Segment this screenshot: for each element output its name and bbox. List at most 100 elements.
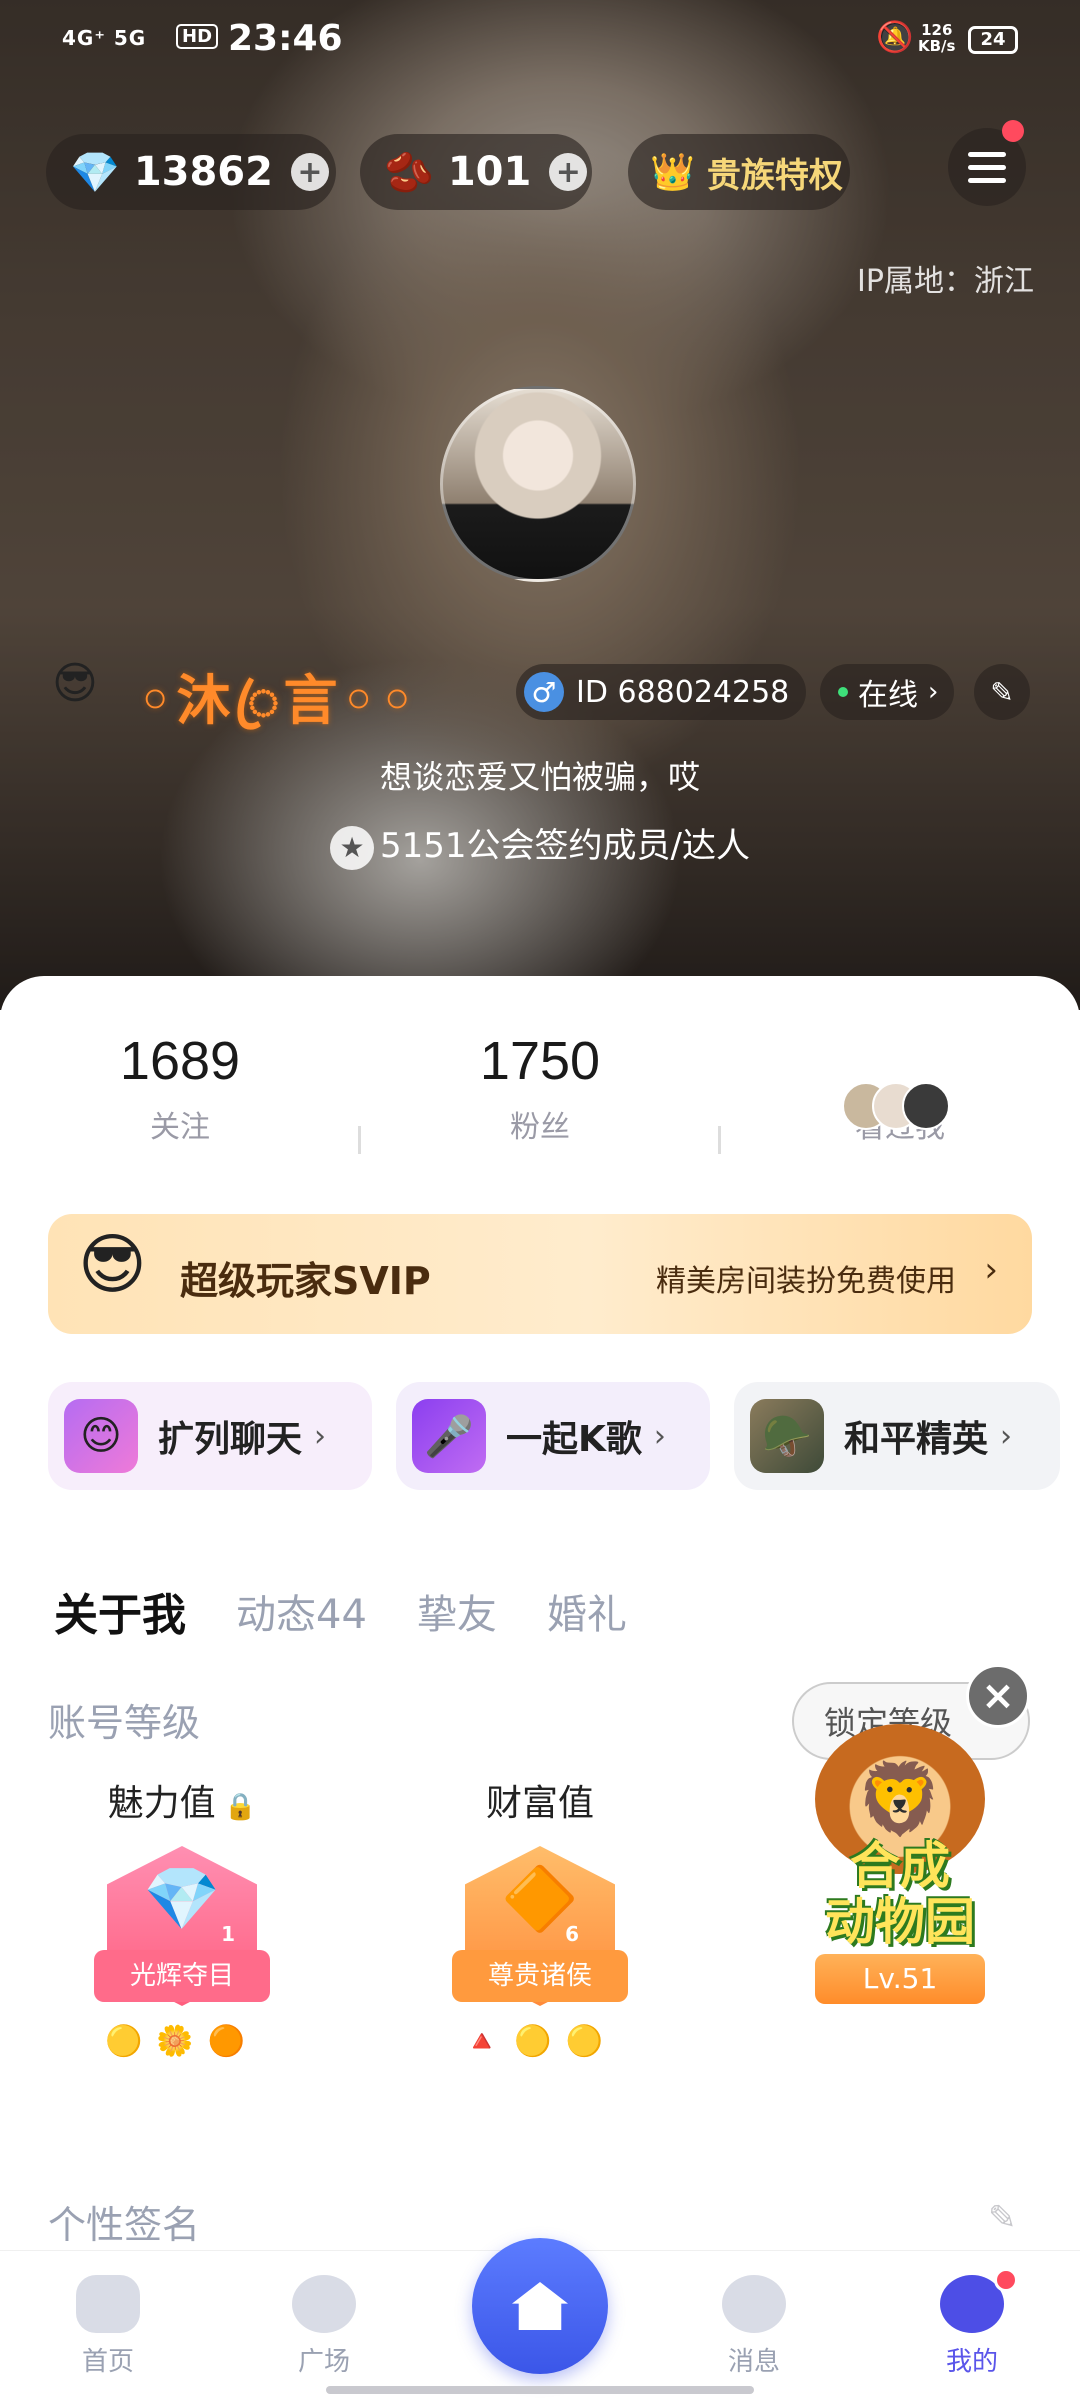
bean-balance[interactable]: 🫘 101 + [360, 134, 592, 210]
signature-title: 个性签名 [48, 2203, 201, 2247]
house-icon [512, 2282, 568, 2330]
nav-notification-dot [994, 2268, 1018, 2292]
avatar[interactable] [440, 386, 636, 582]
menu-icon-line [968, 177, 1006, 183]
net-speed: 126 KB/s [918, 21, 956, 55]
game-icon: 🪖 [750, 1399, 824, 1473]
tab-wedding[interactable]: 婚礼 [547, 1582, 627, 1640]
profile-card: 1689 关注 1750 粉丝 看过我 😎 超级玩家SVIP 精美房间装扮免费使… [0, 976, 1080, 2400]
nav-messages-label: 消息 [727, 2347, 780, 2377]
svip-banner[interactable]: 😎 超级玩家SVIP 精美房间装扮免费使用 › [48, 1214, 1032, 1334]
following-label: 关注 [150, 1110, 210, 1145]
chevron-right-icon: › [984, 1250, 998, 1290]
gem-balance[interactable]: 💎 13862 + [46, 134, 336, 210]
edit-signature-icon[interactable]: ✎ [988, 2198, 1017, 2238]
tab-about[interactable]: 关于我 [54, 1579, 186, 1643]
crown-icon: 👑 [650, 152, 695, 193]
clock: 23:46 [228, 18, 343, 59]
account-level-title: 账号等级 [48, 1701, 201, 1745]
bean-add-button[interactable]: + [549, 153, 588, 191]
charm-level-number: 1 [221, 1922, 235, 1946]
quick-link-karaoke[interactable]: 🎤 一起K歌 › [396, 1382, 710, 1490]
signal-indicator: 4G⁺ 5G [62, 26, 147, 50]
noble-privilege-button[interactable]: 👑 贵族特权 [628, 134, 850, 210]
visitor-avatar [902, 1082, 950, 1130]
profile-motto: 想谈恋爱又怕被骗，哎 [379, 758, 700, 796]
karaoke-icon: 🎤 [412, 1399, 486, 1473]
charm-rank: 光辉夺目 [94, 1950, 270, 2002]
quick-link-chat[interactable]: 😊 扩列聊天 › [48, 1382, 372, 1490]
zoo-game-widget[interactable]: 🦁 合成 动物园 Lv.51 [800, 1724, 1000, 2004]
bean-count: 101 [447, 149, 532, 195]
nav-plaza[interactable]: 广场 [264, 2275, 384, 2378]
svip-badge-icon: 😎 [78, 1226, 147, 1303]
nav-mine[interactable]: 我的 [912, 2275, 1032, 2378]
chevron-right-icon: › [653, 1418, 666, 1454]
status-bar: 4G⁺ 5G HD 23:46 🔕 126 KB/s 24 [0, 14, 1080, 74]
chevron-right-icon: › [928, 677, 939, 707]
stats-row: 1689 关注 1750 粉丝 看过我 [0, 1030, 1080, 1154]
gem-count: 13862 [133, 149, 273, 195]
quick-link-pubg[interactable]: 🪖 和平精英 › [734, 1382, 1060, 1490]
chat-game-icon: 😊 [64, 1399, 138, 1473]
charm-medals: 🟡🌼🟠 [104, 2024, 260, 2059]
user-id-pill[interactable]: ♂ ID 688024258 [516, 664, 806, 720]
lock-icon: 🔒 [215, 1792, 257, 1822]
guild-text: 5151公会签约成员/达人 [380, 826, 750, 866]
charm-level[interactable]: 魅力值 🔒 💎 1 光辉夺目 🟡🌼🟠 [52, 1774, 312, 2059]
wealth-rank: 尊贵诸侯 [452, 1950, 628, 2002]
menu-icon-line [968, 164, 1006, 170]
user-id: ID 688024258 [576, 674, 790, 710]
user-level-badge-icon: 😎 [52, 658, 98, 709]
nav-plaza-label: 广场 [297, 2347, 350, 2377]
center-home-button[interactable] [472, 2238, 608, 2374]
fans-count: 1750 [479, 1031, 601, 1091]
gesture-bar [326, 2386, 754, 2394]
zoo-level: Lv.51 [815, 1954, 985, 2004]
following-count: 1689 [119, 1031, 241, 1091]
edit-profile-button[interactable]: ✎ [974, 664, 1030, 720]
tab-moments[interactable]: 动态44 [236, 1582, 367, 1640]
svip-desc: 精美房间装扮免费使用 [656, 1264, 956, 1299]
svip-title: 超级玩家SVIP [180, 1259, 431, 1303]
tab-close-friends[interactable]: 挚友 [417, 1582, 497, 1640]
nav-messages[interactable]: 消息 [694, 2275, 814, 2378]
zoo-title: 合成 动物园 [825, 1837, 975, 1951]
online-dot [838, 687, 848, 697]
online-status: 在线 [858, 678, 918, 713]
fans-stat[interactable]: 1750 粉丝 [390, 1030, 690, 1146]
hd-icon: HD [176, 24, 219, 49]
wealth-level[interactable]: 财富值 🔶 6 尊贵诸侯 🔺🟡🟡 [410, 1774, 670, 2059]
quick-link-label: 一起K歌 [506, 1419, 642, 1460]
nav-home-label: 首页 [81, 2347, 134, 2377]
following-stat[interactable]: 1689 关注 [30, 1030, 330, 1146]
crest-icon: 🔶 [501, 1862, 579, 1935]
divider [358, 1126, 361, 1154]
charm-name-row: 魅力值 🔒 [52, 1774, 312, 1826]
wealth-level-number: 6 [565, 1922, 579, 1946]
star-badge-icon: ★ [330, 825, 374, 870]
wealth-medals: 🔺🟡🟡 [462, 2024, 618, 2059]
edit-icon: ✎ [990, 675, 1014, 709]
charm-name: 魅力值 [107, 1783, 216, 1824]
noble-label: 贵族特权 [706, 155, 843, 196]
chevron-right-icon: › [314, 1418, 327, 1454]
menu-icon [968, 151, 1006, 157]
close-icon[interactable]: × [966, 1664, 1030, 1728]
quick-link-label: 和平精英 [844, 1419, 989, 1460]
bean-icon: 🫘 [384, 149, 434, 196]
online-status-button[interactable]: 在线 › [820, 664, 954, 720]
mute-icon: 🔕 [876, 20, 914, 55]
nav-mine-label: 我的 [945, 2347, 998, 2377]
profile-tabs: 关于我 动态44 挚友 婚礼 [54, 1576, 677, 1646]
name-row: 😎 ◦沐ꦿ言◦◦ ♂ ID 688024258 在线 › ✎ [46, 654, 1046, 732]
chevron-right-icon: › [1000, 1418, 1013, 1454]
gem-add-button[interactable]: + [290, 153, 329, 191]
nav-home[interactable]: 首页 [48, 2275, 168, 2378]
planet-icon [292, 2275, 356, 2333]
wealth-name: 财富值 [485, 1783, 594, 1824]
chat-bubble-icon [722, 2275, 786, 2333]
visitor-avatars [842, 1082, 962, 1134]
ip-location: IP属地：浙江 [857, 264, 1034, 299]
guild-info[interactable]: ★ 5151公会签约成员/达人 [0, 818, 1080, 870]
